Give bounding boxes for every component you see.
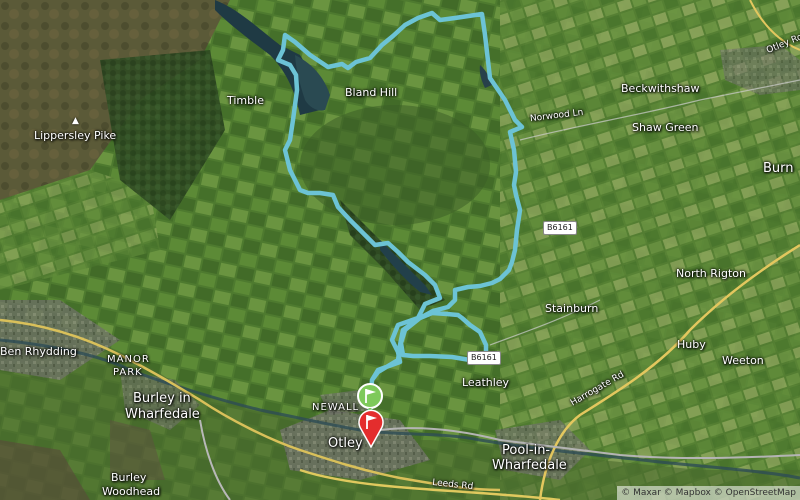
place-label-lippersley-pike: Lippersley Pike [34, 129, 117, 142]
place-label-timble: Timble [227, 94, 264, 107]
place-label-park: PARK [113, 367, 143, 378]
place-label-north-rigton: North Rigton [676, 267, 746, 280]
place-label-burley-wharfedale: Wharfedale [125, 407, 200, 422]
place-label-weeton: Weeton [722, 354, 764, 367]
place-label-stainburn: Stainburn [545, 302, 599, 315]
place-label-pool-in: Pool-in- [502, 443, 551, 458]
place-label-pool-wharfedale: Wharfedale [492, 458, 567, 473]
route-overlay [275, 10, 525, 413]
map[interactable]: Timble Bland Hill ▲ Lippersley Pike Beck… [0, 0, 800, 500]
road-shield-b6161: B6161 [543, 221, 577, 235]
place-label-huby: Huby [677, 338, 706, 351]
place-label-burley-woodhead-2: Woodhead [102, 485, 161, 498]
place-label-beckwithshaw: Beckwithshaw [621, 82, 700, 95]
road-shield-b6161-south: B6161 [467, 351, 501, 365]
place-label-newall: NEWALL [312, 402, 360, 413]
peak-icon: ▲ [72, 116, 79, 126]
place-label-shaw-green: Shaw Green [632, 121, 699, 134]
map-attribution[interactable]: © Maxar © Mapbox © OpenStreetMap [617, 486, 800, 500]
place-label-otley: Otley [328, 436, 363, 451]
place-label-burley-in: Burley in [133, 391, 191, 406]
place-label-bland-hill: Bland Hill [345, 86, 398, 99]
place-label-burley-woodhead-1: Burley [111, 471, 147, 484]
place-label-ben-rhydding: Ben Rhydding [0, 345, 77, 358]
place-label-leathley: Leathley [462, 376, 510, 389]
place-label-burn: Burn [763, 161, 794, 176]
place-label-manor: MANOR [107, 354, 150, 365]
